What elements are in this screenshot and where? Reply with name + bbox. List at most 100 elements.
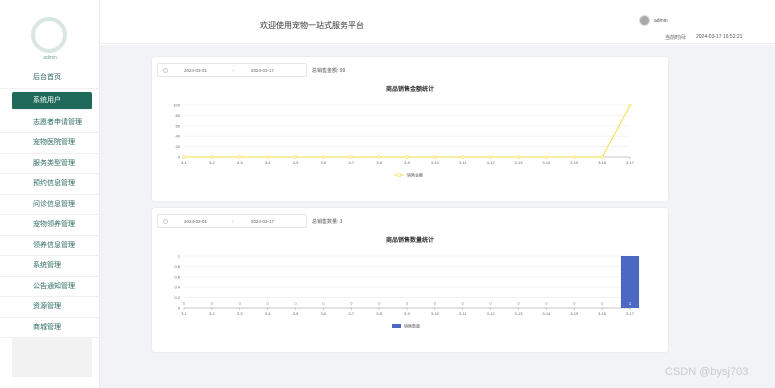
y-tick-label: 20 [176, 144, 181, 149]
legend-label: 销售数量 [404, 323, 420, 329]
total-sales-quantity-label: 总销售数量: [312, 219, 339, 225]
data-point [377, 155, 381, 159]
watermark: CSDN @bysj703 [665, 366, 749, 378]
legend-marker [396, 172, 402, 178]
user-avatar[interactable] [639, 15, 650, 26]
x-tick-label: 3-1 [181, 160, 188, 165]
sales-quantity-card: 2024-03-01 - 2024-03-17 总销售数量: 1 商品销售数量统… [152, 208, 668, 352]
data-point [210, 155, 214, 159]
sidebar-item-mall[interactable]: 商城管理 [0, 318, 100, 338]
y-tick-label: 0.4 [174, 285, 180, 290]
data-point [266, 155, 270, 159]
data-label: 0 [545, 301, 548, 306]
data-label: 0 [322, 301, 325, 306]
total-sales-quantity: 总销售数量: 1 [312, 218, 343, 225]
sidebar-item-consultations[interactable]: 问诊信息管理 [0, 195, 100, 215]
page-title: 欢迎使用宠物一站式服务平台 [260, 21, 364, 30]
date-separator: - [232, 68, 234, 73]
x-tick-label: 3-4 [265, 160, 272, 165]
x-tick-label: 3-4 [265, 311, 272, 316]
header-username[interactable]: admin [654, 18, 668, 24]
x-tick-label: 3-7 [348, 311, 355, 316]
sidebar-footer-area [12, 337, 92, 377]
x-tick-label: 3-2 [209, 160, 216, 165]
x-tick-label: 3-3 [237, 311, 244, 316]
start-date[interactable]: 2024-03-01 [184, 219, 207, 224]
end-date[interactable]: 2024-03-17 [251, 219, 274, 224]
end-date[interactable]: 2024-03-17 [251, 68, 274, 73]
data-point [544, 155, 548, 159]
total-sales-amount-label: 总销售金额: [312, 68, 339, 74]
date-range-picker[interactable]: 2024-03-01 - 2024-03-17 [157, 214, 307, 228]
x-tick-label: 3-7 [348, 160, 355, 165]
data-label: 0 [183, 301, 186, 306]
y-tick-label: 0 [178, 306, 181, 311]
data-label: 0 [238, 301, 241, 306]
date-range-picker[interactable]: 2024-03-01 - 2024-03-17 [157, 63, 307, 77]
data-point [349, 155, 353, 159]
x-tick-label: 3-3 [237, 160, 244, 165]
x-tick-label: 3-15 [570, 311, 579, 316]
x-tick-label: 3-16 [598, 160, 607, 165]
sidebar-item-service-types[interactable]: 服务类型管理 [0, 154, 100, 174]
sales-amount-line-chart: 0 20 40 60 80 100 3-1 3-2 3-3 3-4 3-5 3-6 3-7 3-8 3-9 3… [173, 103, 635, 178]
data-point [628, 103, 632, 108]
sidebar-item-pet-adoption[interactable]: 宠物领养管理 [0, 215, 100, 236]
series-line [184, 105, 631, 158]
sidebar-item-appointments[interactable]: 预约信息管理 [0, 174, 100, 195]
x-tick-label: 3-17 [626, 311, 635, 316]
x-tick-label: 3-10 [431, 311, 440, 316]
x-tick-label: 3-13 [514, 311, 523, 316]
data-label: 0 [434, 301, 437, 306]
data-point [238, 155, 242, 159]
x-tick-label: 3-5 [293, 311, 300, 316]
x-tick-label: 3-2 [209, 311, 216, 316]
y-tick-label: 80 [176, 113, 181, 118]
x-tick-label: 3-16 [598, 311, 607, 316]
sidebar-menu: 后台首页 系统用户 志愿者申请管理 宠物医院管理 服务类型管理 预约信息管理 问… [0, 68, 100, 338]
x-tick-label: 3-15 [570, 160, 579, 165]
y-tick-label: 40 [176, 134, 181, 139]
data-point [182, 155, 186, 159]
start-date[interactable]: 2024-03-01 [184, 68, 207, 73]
sales-amount-card: 2024-03-01 - 2024-03-17 总销售金额: 99 商品销售金额… [152, 57, 668, 201]
sidebar-item-system-management[interactable]: 系统管理 [0, 256, 100, 277]
x-tick-label: 3-12 [487, 160, 496, 165]
y-tick-label: 1 [178, 254, 181, 259]
x-tick-label: 3-9 [404, 311, 411, 316]
data-label: 0 [294, 301, 297, 306]
data-label: 0 [601, 301, 604, 306]
total-sales-amount: 总销售金额: 99 [312, 67, 345, 74]
sidebar-item-announcements[interactable]: 公告通知管理 [0, 277, 100, 297]
current-time-value: 2024-03-17 16:52:21 [696, 34, 743, 40]
date-separator: - [232, 219, 234, 224]
sidebar-item-adoption-info[interactable]: 领养信息管理 [0, 236, 100, 256]
sidebar-username: admin [43, 55, 57, 61]
x-tick-label: 3-6 [320, 160, 327, 165]
calendar-icon [163, 218, 168, 224]
sidebar-item-volunteer-applications[interactable]: 志愿者申请管理 [0, 113, 100, 133]
data-point [461, 155, 465, 159]
y-tick-label: 0.8 [174, 264, 180, 269]
sidebar-item-pet-hospitals[interactable]: 宠物医院管理 [0, 133, 100, 154]
total-sales-quantity-value: 1 [339, 219, 343, 225]
data-label: 0 [489, 301, 492, 306]
sidebar-item-resources[interactable]: 资源管理 [0, 297, 100, 318]
data-point [600, 155, 604, 159]
x-tick-label: 3-12 [487, 311, 496, 316]
data-label: 0 [266, 301, 269, 306]
x-tick-label: 3-11 [459, 311, 467, 316]
data-label: 0 [211, 301, 214, 306]
data-point [321, 155, 325, 159]
data-label: 0 [406, 301, 409, 306]
x-tick-label: 3-14 [542, 160, 551, 165]
x-tick-label: 3-17 [626, 160, 635, 165]
sidebar-avatar [31, 17, 67, 53]
x-tick-label: 3-11 [459, 160, 467, 165]
sidebar-item-home[interactable]: 后台首页 [0, 68, 100, 89]
data-point [516, 155, 521, 159]
x-tick-label: 3-13 [514, 160, 523, 165]
sidebar-item-system-users[interactable]: 系统用户 [12, 91, 92, 110]
y-tick-label: 0.2 [174, 295, 180, 300]
data-point [489, 155, 493, 159]
